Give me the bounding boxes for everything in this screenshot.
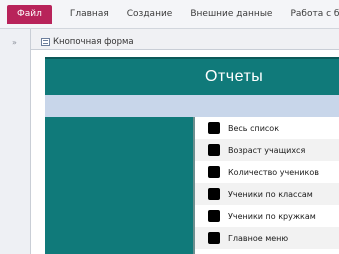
menu-item-label: Главное меню	[228, 233, 289, 243]
tab-database-tools[interactable]: Работа с база	[290, 9, 339, 19]
document-tab-bar: Кнопочная форма	[31, 29, 339, 50]
menu-button[interactable]	[208, 144, 220, 156]
file-tab[interactable]: Файл	[7, 4, 52, 24]
menu-item-students-by-club[interactable]: Ученики по кружкам	[195, 205, 339, 227]
menu-item-label: Весь список	[228, 123, 280, 133]
form-icon	[41, 37, 50, 46]
expand-nav-pane-icon[interactable]: »	[12, 38, 17, 47]
header-band	[45, 95, 339, 117]
menu-item-student-age[interactable]: Возраст учащихся	[195, 139, 339, 161]
menu-button[interactable]	[208, 232, 220, 244]
document-tab-switchboard[interactable]: Кнопочная форма	[41, 34, 134, 49]
document-tab-label: Кнопочная форма	[53, 36, 134, 47]
menu-item-label: Ученики по классам	[228, 189, 313, 199]
tab-home[interactable]: Главная	[70, 9, 109, 19]
menu-button[interactable]	[208, 188, 220, 200]
menu-item-all-list[interactable]: Весь список	[195, 117, 339, 139]
form-header: Отчеты	[45, 57, 339, 95]
menu-item-student-count[interactable]: Количество учеников	[195, 161, 339, 183]
menu-item-main-menu[interactable]: Главное меню	[195, 227, 339, 249]
menu-item-label: Количество учеников	[228, 167, 319, 177]
ribbon-tab-bar: Файл Главная Создание Внешние данные Раб…	[0, 0, 339, 29]
switchboard-form: Отчеты Весь список Возраст учащихся Коли…	[45, 57, 339, 254]
form-title: Отчеты	[205, 68, 264, 85]
navigation-pane-collapsed	[0, 29, 31, 254]
menu-button[interactable]	[208, 210, 220, 222]
menu-item-label: Ученики по кружкам	[228, 211, 316, 221]
tab-external-data[interactable]: Внешние данные	[190, 9, 272, 19]
switchboard-menu: Весь список Возраст учащихся Количество …	[195, 117, 339, 249]
menu-button[interactable]	[208, 122, 220, 134]
menu-item-label: Возраст учащихся	[228, 145, 306, 155]
menu-button[interactable]	[208, 166, 220, 178]
menu-item-students-by-class[interactable]: Ученики по классам	[195, 183, 339, 205]
form-side-panel	[45, 117, 195, 254]
tab-create[interactable]: Создание	[127, 9, 173, 19]
